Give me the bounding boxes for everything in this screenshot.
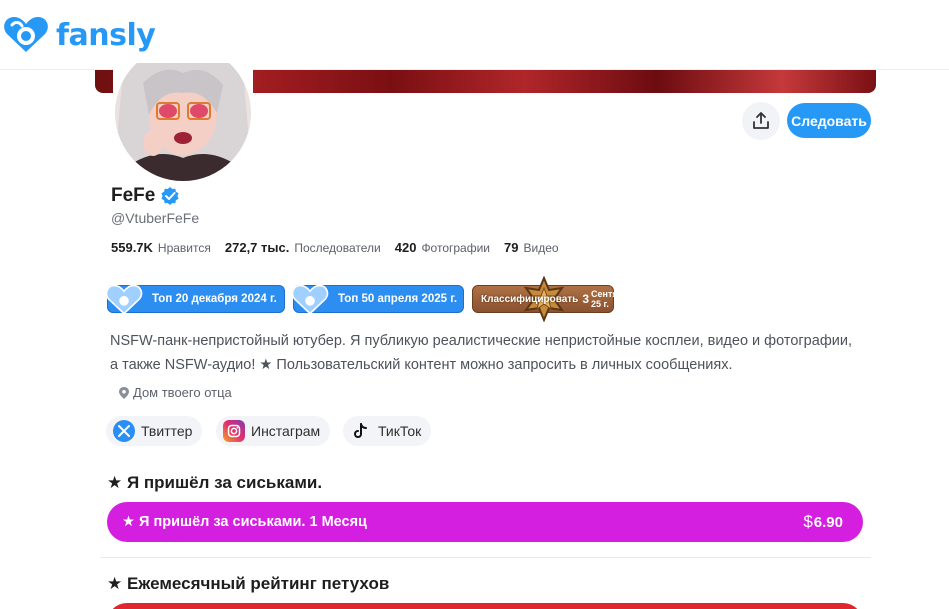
badge-rank-number: 3 [582, 292, 590, 306]
x-twitter-icon [113, 420, 135, 442]
stat-photos-label[interactable]: Фотографии [421, 241, 490, 255]
fansly-heart-badge-icon [105, 284, 143, 315]
profile-location: Дом твоего отца [118, 385, 232, 400]
stat-followers-label: Последователи [294, 241, 381, 255]
subscribe-tier-button[interactable]: ★ Я пришёл за сиськами. 1 Месяц $6.90 [107, 502, 863, 542]
profile-avatar[interactable] [113, 63, 253, 183]
stat-videos-label[interactable]: Видео [523, 241, 558, 255]
stat-likes-value: 559.7K [111, 240, 153, 255]
social-link-instagram[interactable]: Инстаграм [216, 416, 331, 446]
fansly-heart-badge-icon [291, 284, 329, 315]
social-link-twitter[interactable]: Твиттер [106, 416, 203, 446]
social-link-tiktok[interactable]: ТикТок [343, 416, 432, 446]
badge-rank-label: Классифицировать [481, 293, 579, 305]
section-divider [100, 557, 871, 558]
logo-text: fansly [56, 17, 156, 53]
social-label: Твиттер [141, 423, 193, 439]
badge-label: Топ 50 апреля 2025 г. [338, 293, 458, 305]
fansly-logo[interactable]: fansly [2, 15, 156, 55]
top-rank-badge-apr-2025[interactable]: Топ 50 апреля 2025 г. [291, 284, 464, 315]
instagram-icon [223, 420, 245, 442]
follow-button[interactable]: Следовать [787, 103, 871, 138]
subscribe-tier-button[interactable] [107, 603, 863, 609]
tiktok-icon [350, 420, 372, 442]
profile-name-row: FeFe [111, 185, 180, 207]
fansly-heart-logo-icon [4, 17, 48, 52]
profile-stats: 559.7K Нравится 272,7 тыс. Последователи… [111, 240, 573, 255]
tier-title: ★ Я пришёл за сиськами. [107, 473, 323, 492]
top-navbar: fansly [0, 0, 949, 70]
badge-rank-date: Сентя... 25 г. [591, 289, 626, 309]
tier-title: ★ Ежемесячный рейтинг петухов [107, 574, 390, 593]
share-button[interactable] [742, 102, 780, 140]
share-upload-icon [753, 112, 769, 129]
profile-name: FeFe [111, 185, 156, 206]
social-label: Инстаграм [251, 423, 321, 439]
stat-likes-label: Нравится [157, 241, 211, 255]
stat-photos-value[interactable]: 420 [395, 240, 417, 255]
location-pin-icon [119, 386, 129, 399]
badge-label: Топ 20 декабря 2024 г. [152, 293, 277, 305]
verified-check-icon [161, 187, 179, 205]
tier-price: $6.90 [803, 512, 843, 531]
profile-handle: @VtuberFeFe [111, 210, 200, 226]
social-label: ТикТок [378, 423, 422, 439]
tier-button-label: ★ Я пришёл за сиськами. 1 Месяц [122, 514, 367, 530]
location-text: Дом твоего отца [133, 385, 232, 400]
top-rank-badge-dec-2024[interactable]: Топ 20 декабря 2024 г. [105, 284, 285, 315]
stat-videos-value[interactable]: 79 [504, 240, 518, 255]
rank-badge-bronze[interactable]: Классифицировать 3 Сентя... 25 г. [472, 276, 625, 322]
stat-followers-value: 272,7 тыс. [224, 240, 290, 255]
profile-bio: NSFW-панк-непристойный ютубер. Я публику… [110, 333, 852, 373]
